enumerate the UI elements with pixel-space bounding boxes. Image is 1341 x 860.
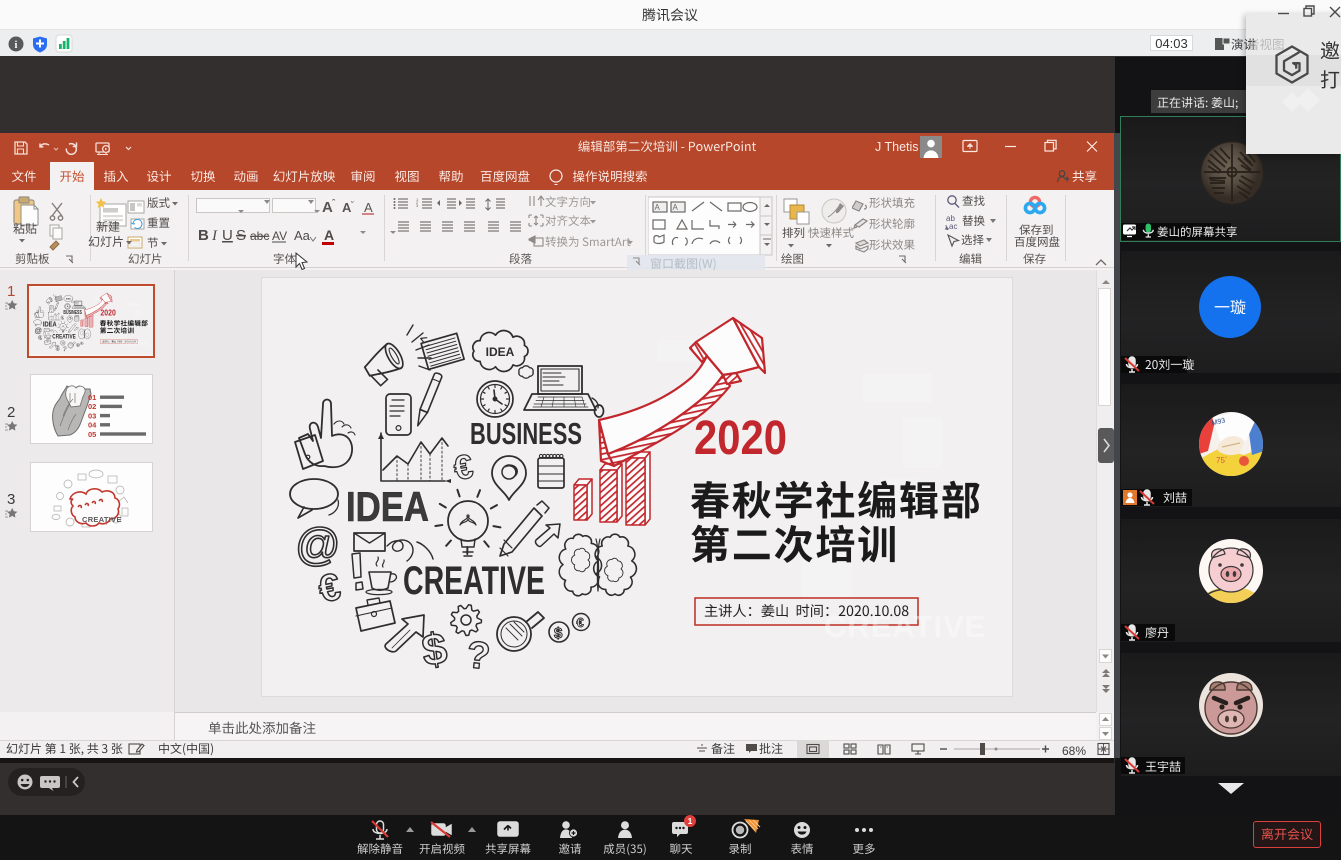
svg-text:abc: abc (250, 229, 269, 243)
svg-text:75´: 75´ (1216, 456, 1228, 465)
svg-text:S: S (236, 227, 246, 244)
svg-text:U: U (222, 227, 233, 244)
svg-text:CREATIVE: CREATIVE (82, 515, 122, 524)
svg-text:i: i (15, 40, 18, 51)
svg-text:AV: AV (272, 229, 287, 243)
svg-text:I: I (211, 228, 218, 244)
svg-text:˘: ˘ (350, 200, 354, 210)
svg-text:02: 02 (88, 402, 96, 411)
svg-text:3: 3 (416, 203, 419, 208)
svg-text:03: 03 (88, 411, 96, 420)
svg-text:A: A (655, 203, 661, 212)
svg-text:A: A (324, 227, 334, 243)
svg-text:B: B (198, 227, 209, 244)
svg-text:05: 05 (88, 430, 96, 439)
svg-text:A: A (364, 200, 373, 215)
svg-text:ˆ: ˆ (332, 198, 336, 208)
svg-text:A: A (673, 203, 679, 212)
svg-text:Aa: Aa (294, 228, 311, 243)
svg-text:01: 01 (88, 393, 96, 402)
svg-text:04: 04 (88, 421, 97, 430)
svg-text:ac: ac (949, 222, 957, 231)
